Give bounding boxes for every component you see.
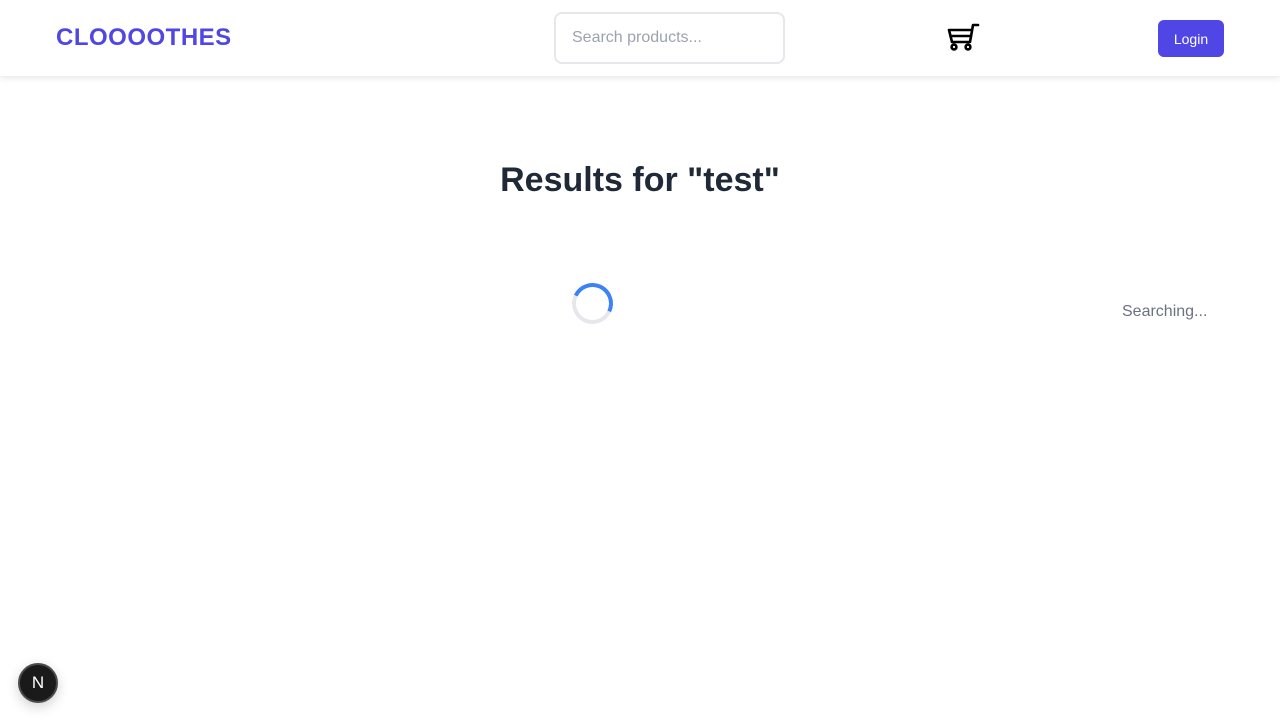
login-button[interactable]: Login	[1158, 20, 1224, 57]
loading-spinner	[566, 277, 619, 330]
page-title: Results for "test"	[500, 161, 780, 199]
site-header: CLOOOOTHES Login	[0, 0, 1280, 76]
cart-icon[interactable]	[946, 22, 980, 52]
brand-logo[interactable]: CLOOOOTHES	[56, 24, 232, 52]
search-status: Searching...	[1122, 303, 1208, 320]
dev-tools-button[interactable]: N	[18, 663, 58, 703]
dev-tools-label: N	[31, 673, 45, 692]
search-input[interactable]	[554, 12, 785, 64]
